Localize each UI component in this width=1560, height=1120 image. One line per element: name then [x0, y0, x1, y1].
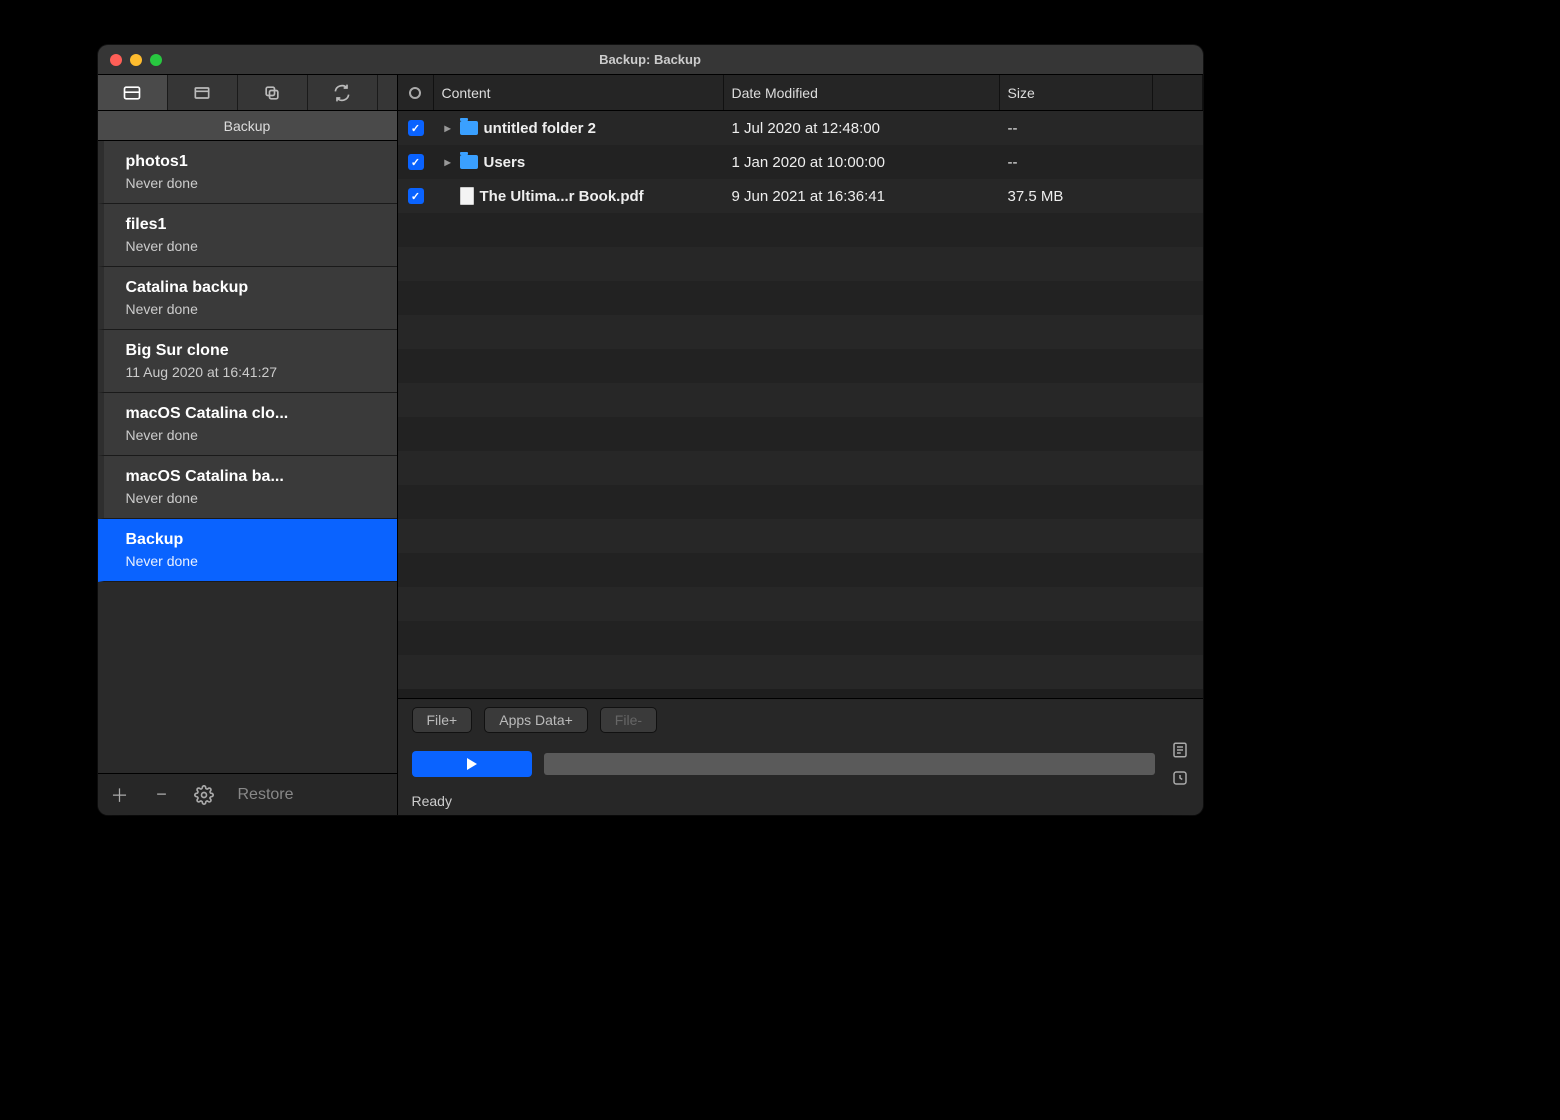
empty-row: [398, 655, 1203, 689]
restore-button[interactable]: Restore: [238, 786, 294, 804]
sidebar-item-macos-catalina-backup[interactable]: macOS Catalina ba... Never done: [98, 456, 397, 519]
archive-box-icon: [122, 83, 142, 103]
sidebar: Backup photos1 Never done files1 Never d…: [98, 75, 398, 815]
apps-data-add-button[interactable]: Apps Data+: [484, 707, 588, 733]
empty-row: [398, 247, 1203, 281]
target-icon: [409, 87, 421, 99]
window-title: Backup: Backup: [98, 52, 1203, 67]
column-header-size[interactable]: Size: [1000, 75, 1153, 110]
file-size: --: [1000, 111, 1203, 145]
sidebar-section-label: Backup: [98, 111, 397, 141]
empty-row: [398, 383, 1203, 417]
chevron-right-icon[interactable]: ▸: [442, 121, 454, 135]
minus-icon: −: [156, 784, 167, 805]
tab-archive[interactable]: [168, 75, 238, 110]
overlap-squares-icon: [262, 83, 282, 103]
file-list: ✓ ▸ untitled folder 2 1 Jul 2020 at 12:4…: [398, 111, 1203, 698]
empty-row: [398, 417, 1203, 451]
column-header-extra: [1153, 75, 1203, 110]
tab-sync[interactable]: [308, 75, 378, 110]
empty-row: [398, 519, 1203, 553]
column-header-check[interactable]: [398, 75, 434, 110]
titlebar: Backup: Backup: [98, 45, 1203, 75]
folder-icon: [460, 155, 478, 169]
task-name: macOS Catalina clo...: [126, 405, 383, 423]
empty-row: [398, 553, 1203, 587]
file-name: The Ultima...r Book.pdf: [480, 188, 644, 205]
checkbox[interactable]: ✓: [408, 188, 424, 204]
empty-row: [398, 315, 1203, 349]
empty-row: [398, 451, 1203, 485]
checkbox[interactable]: ✓: [408, 154, 424, 170]
file-row[interactable]: ✓ ▸ The Ultima...r Book.pdf 9 Jun 2021 a…: [398, 179, 1203, 213]
sync-icon: [332, 83, 352, 103]
task-list: photos1 Never done files1 Never done Cat…: [98, 141, 397, 773]
file-size: --: [1000, 145, 1203, 179]
task-name: files1: [126, 216, 383, 234]
file-row[interactable]: ✓ ▸ Users 1 Jan 2020 at 10:00:00 --: [398, 145, 1203, 179]
run-button[interactable]: [412, 751, 532, 777]
main-panel: Content Date Modified Size ✓ ▸ untitled …: [398, 75, 1203, 815]
status-text: Ready: [412, 793, 1189, 809]
checkbox[interactable]: ✓: [408, 120, 424, 136]
column-header-row: Content Date Modified Size: [398, 75, 1203, 111]
file-size: 37.5 MB: [1000, 179, 1203, 213]
task-status: Never done: [126, 175, 383, 191]
file-name: Users: [484, 154, 526, 171]
sidebar-item-catalina-backup[interactable]: Catalina backup Never done: [98, 267, 397, 330]
task-name: Catalina backup: [126, 279, 383, 297]
add-task-button[interactable]: ＋: [108, 783, 132, 807]
sidebar-toolbar: ＋ − Restore: [98, 773, 397, 815]
gear-icon: [194, 785, 214, 805]
folder-icon: [460, 121, 478, 135]
log-icon[interactable]: [1171, 741, 1189, 759]
task-name: photos1: [126, 153, 383, 171]
sidebar-item-backup[interactable]: Backup Never done: [98, 519, 397, 582]
settings-button[interactable]: [192, 783, 216, 807]
file-date: 1 Jul 2020 at 12:48:00: [724, 111, 1000, 145]
sidebar-item-files1[interactable]: files1 Never done: [98, 204, 397, 267]
sidebar-item-photos1[interactable]: photos1 Never done: [98, 141, 397, 204]
play-icon: [467, 758, 477, 770]
chevron-right-icon[interactable]: ▸: [442, 155, 454, 169]
task-status: 11 Aug 2020 at 16:41:27: [126, 364, 383, 380]
plus-icon: ＋: [111, 782, 129, 808]
task-name: macOS Catalina ba...: [126, 468, 383, 486]
task-status: Never done: [126, 301, 383, 317]
task-name: Backup: [126, 531, 383, 549]
empty-row: [398, 281, 1203, 315]
box-icon: [192, 83, 212, 103]
schedule-icon[interactable]: [1171, 769, 1189, 787]
file-name: untitled folder 2: [484, 120, 597, 137]
empty-row: [398, 621, 1203, 655]
file-date: 1 Jan 2020 at 10:00:00: [724, 145, 1000, 179]
sidebar-item-big-sur-clone[interactable]: Big Sur clone 11 Aug 2020 at 16:41:27: [98, 330, 397, 393]
remove-task-button[interactable]: −: [150, 783, 174, 807]
bottom-bar: File+ Apps Data+ File- Ready: [398, 698, 1203, 815]
task-status: Never done: [126, 553, 383, 569]
file-remove-button[interactable]: File-: [600, 707, 657, 733]
empty-row: [398, 349, 1203, 383]
document-icon: [460, 187, 474, 205]
task-status: Never done: [126, 427, 383, 443]
column-header-content[interactable]: Content: [434, 75, 724, 110]
empty-row: [398, 587, 1203, 621]
progress-bar: [544, 753, 1155, 775]
column-header-date[interactable]: Date Modified: [724, 75, 1000, 110]
file-add-button[interactable]: File+: [412, 707, 473, 733]
tab-tasks[interactable]: [98, 75, 168, 110]
file-date: 9 Jun 2021 at 16:36:41: [724, 179, 1000, 213]
file-row[interactable]: ✓ ▸ untitled folder 2 1 Jul 2020 at 12:4…: [398, 111, 1203, 145]
empty-row: [398, 213, 1203, 247]
sidebar-item-macos-catalina-clone[interactable]: macOS Catalina clo... Never done: [98, 393, 397, 456]
task-name: Big Sur clone: [126, 342, 383, 360]
app-window: Backup: Backup Backup phot: [98, 45, 1203, 815]
task-status: Never done: [126, 238, 383, 254]
empty-row: [398, 485, 1203, 519]
sidebar-tabbar: [98, 75, 397, 111]
task-status: Never done: [126, 490, 383, 506]
tab-clone[interactable]: [238, 75, 308, 110]
